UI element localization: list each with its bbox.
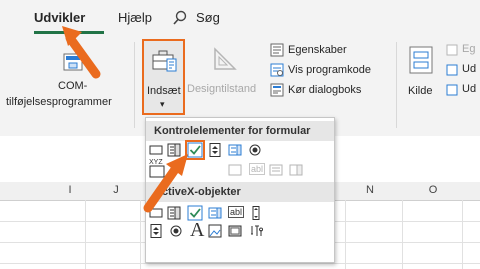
view-code-icon: [270, 63, 284, 82]
xml-source-icon: [408, 45, 434, 80]
label-control-icon-dim[interactable]: [228, 163, 242, 177]
grid-line: [85, 200, 86, 269]
xml-expansion-button[interactable]: Eg: [446, 43, 480, 59]
grid-line: [0, 263, 480, 264]
export-icon: [446, 83, 458, 101]
insert-label: Indsæt: [147, 85, 181, 97]
design-mode-label: Designtilstand: [187, 83, 257, 95]
activex-text-box-icon[interactable]: abl: [228, 206, 245, 218]
column-header-n[interactable]: N: [360, 184, 380, 196]
combo-list-control-icon-dim[interactable]: [269, 163, 283, 177]
column-header-o[interactable]: O: [423, 184, 443, 196]
column-header-j[interactable]: J: [106, 184, 126, 196]
activex-scroll-bar-icon[interactable]: [249, 206, 263, 220]
grid-line: [402, 200, 403, 269]
xml-item-1: Eg: [462, 43, 476, 55]
tab-hjaelp[interactable]: Hjælp: [118, 10, 152, 25]
search-icon[interactable]: [172, 10, 188, 31]
form-controls-title: Kontrolelementer for formular: [154, 125, 311, 137]
import-icon: [446, 63, 458, 81]
run-dialog-icon: [270, 83, 284, 102]
activex-more-controls-icon[interactable]: [249, 224, 263, 238]
view-code-label: Vis programkode: [288, 64, 371, 76]
source-label: Kilde: [408, 85, 433, 97]
tab-soeg[interactable]: Søg: [196, 10, 220, 25]
properties-label: Egenskaber: [288, 44, 347, 56]
design-mode-button[interactable]: Designtilstand: [187, 39, 263, 115]
activex-image-icon[interactable]: [208, 224, 222, 238]
combo-drop-control-icon-dim[interactable]: [289, 163, 303, 177]
xml-source-button[interactable]: Kilde: [402, 39, 442, 115]
column-header-i[interactable]: I: [60, 184, 80, 196]
activex-list-box-icon[interactable]: [208, 206, 222, 220]
properties-icon: [270, 43, 284, 62]
activex-spin-button-icon[interactable]: [149, 224, 163, 238]
run-dialog-button[interactable]: Kør dialogboks: [270, 83, 390, 99]
spin-button-control-icon[interactable]: [208, 143, 222, 157]
form-controls-header: Kontrolelementer for formular: [146, 121, 334, 141]
text-field-control-icon-dim[interactable]: abl: [249, 163, 266, 175]
ribbon-separator: [396, 42, 397, 128]
com-label-line2: tilføjelsesprogrammer: [6, 96, 112, 108]
arrow-pointing-to-checkbox-control: [143, 154, 188, 213]
xml-item-2: Ud: [462, 63, 477, 75]
xml-export-button[interactable]: Ud: [446, 83, 480, 99]
expansion-icon: [446, 43, 458, 61]
properties-button[interactable]: Egenskaber: [270, 43, 390, 59]
ribbon-separator: [134, 42, 135, 128]
activex-option-button-icon[interactable]: [169, 224, 183, 238]
toolbox-icon: [150, 47, 178, 78]
grid-line: [345, 200, 346, 269]
ruler-triangle-icon: [211, 45, 239, 78]
list-box-control-icon[interactable]: [228, 143, 242, 157]
grid-line: [462, 200, 463, 269]
run-dialog-label: Kør dialogboks: [288, 84, 362, 96]
view-code-button[interactable]: Vis programkode: [270, 63, 390, 79]
xml-item-3: Ud: [462, 83, 477, 95]
arrow-pointing-to-udvikler-tab: [62, 26, 101, 79]
insert-controls-button[interactable]: Indsæt ▾: [142, 39, 185, 115]
activex-label-icon[interactable]: A: [190, 219, 204, 242]
xml-import-button[interactable]: Ud: [446, 63, 480, 79]
activex-toggle-button-icon[interactable]: [228, 224, 242, 238]
option-button-control-icon[interactable]: [248, 143, 262, 157]
chevron-down-icon: ▾: [160, 99, 165, 109]
